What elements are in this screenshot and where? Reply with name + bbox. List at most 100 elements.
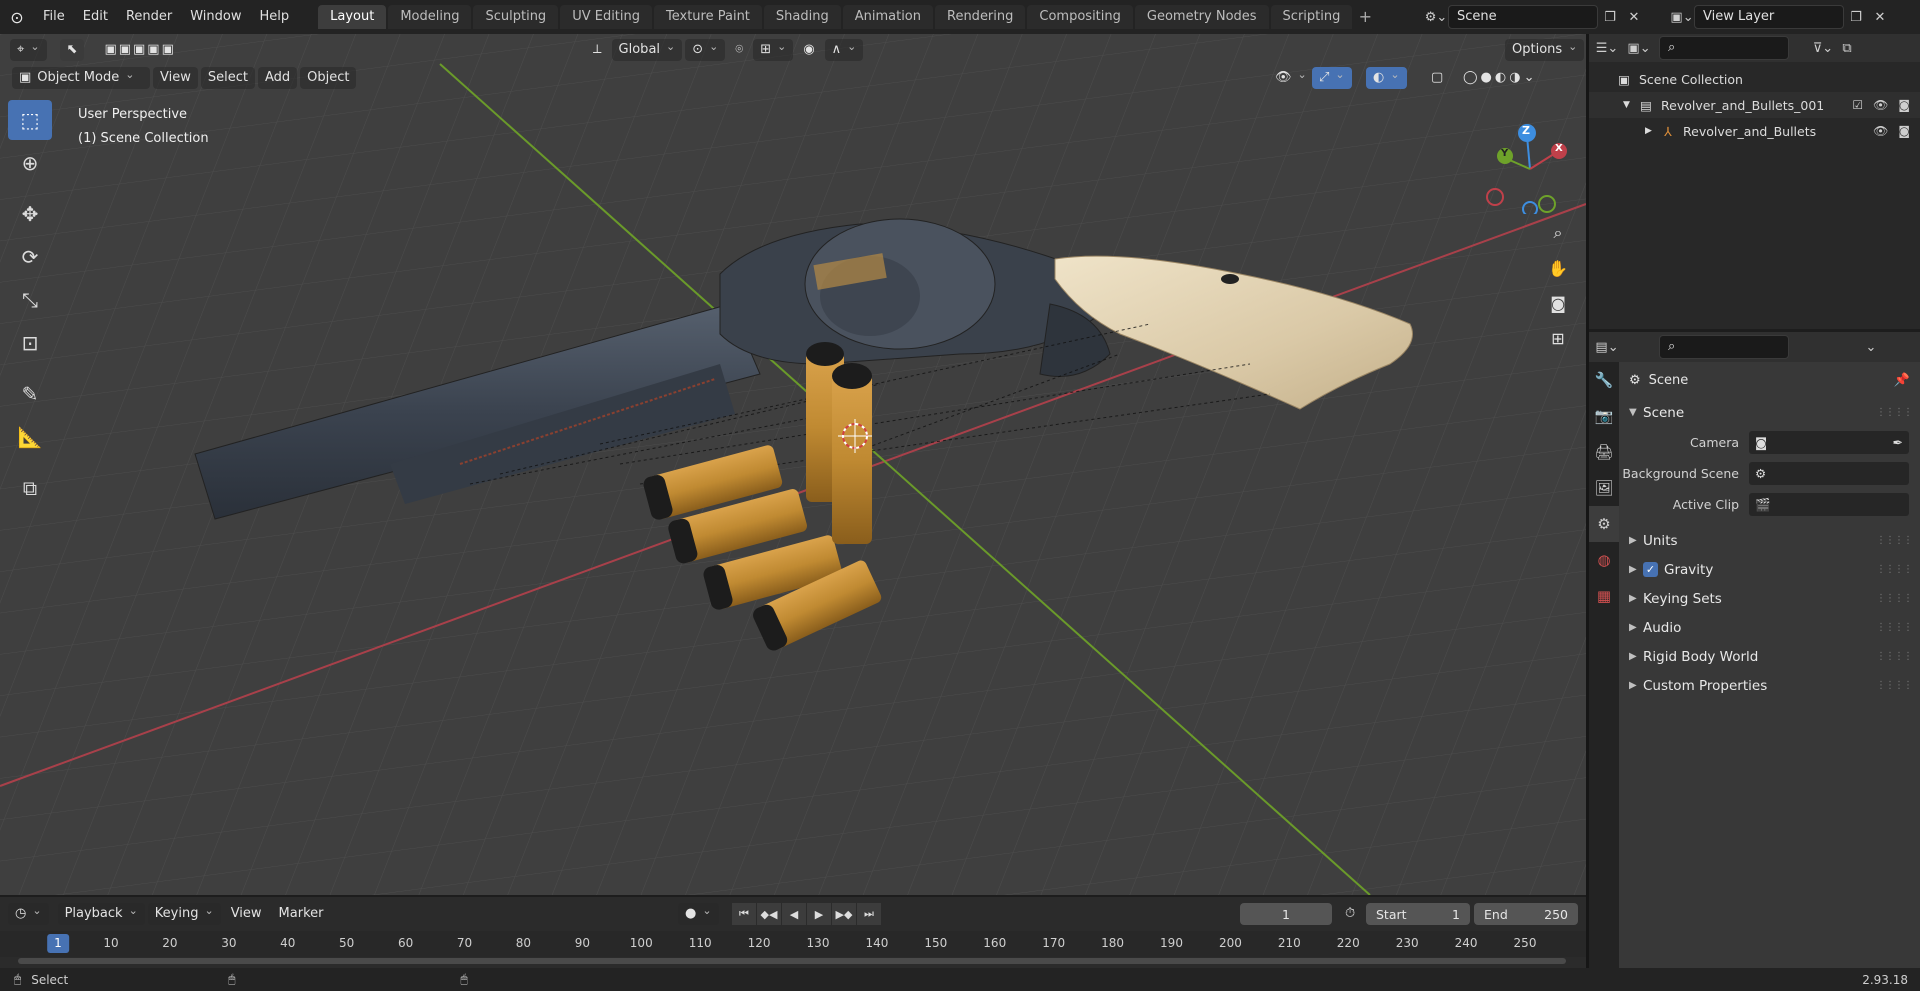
timeline-scrollbar[interactable]	[18, 958, 1566, 964]
menu-file[interactable]: File	[34, 0, 74, 34]
add-workspace-button[interactable]: +	[1354, 6, 1376, 28]
select-tool-icon[interactable]: ⬉	[59, 39, 85, 61]
active-clip-field[interactable]: 🎬	[1749, 493, 1909, 516]
visibility-eye-icon[interactable]: 👁	[1873, 98, 1888, 112]
render-camera-icon[interactable]: ◙	[1898, 124, 1910, 138]
properties-editor-icon[interactable]: ▤⌄	[1595, 335, 1619, 359]
scene-tab-icon[interactable]: ⚙	[1589, 506, 1619, 542]
snap-target-icon[interactable]: ⊞	[753, 39, 794, 61]
shading-mode-icons[interactable]: ◯●◐◑⌄	[1456, 67, 1544, 89]
properties-search-input[interactable]: ⌕	[1659, 335, 1789, 359]
current-frame-field[interactable]: 1	[1240, 903, 1332, 925]
annotate-icon[interactable]: ✎	[8, 374, 52, 414]
overlay-toggle-icon[interactable]: ◐	[1366, 67, 1407, 89]
drag-grip-icon[interactable]: ⋮⋮⋮⋮	[1876, 564, 1913, 575]
scene-remove-icon[interactable]: ✕	[1622, 5, 1646, 29]
options-dropdown[interactable]: Options	[1505, 39, 1585, 61]
eyedropper-icon[interactable]: ✒	[1893, 435, 1903, 450]
object-menu[interactable]: Object	[300, 67, 357, 89]
tool-tab-icon[interactable]: 🔧	[1589, 362, 1619, 398]
add-menu[interactable]: Add	[257, 67, 298, 89]
next-keyframe-icon[interactable]: ▶◆	[832, 903, 856, 925]
measure-icon[interactable]: 📐	[8, 417, 52, 457]
drag-grip-icon[interactable]: ⋮⋮⋮⋮	[1876, 593, 1913, 604]
camera-view-icon[interactable]: ◙	[1543, 288, 1573, 318]
menu-window[interactable]: Window	[181, 0, 250, 34]
camera-field[interactable]: ◙ ✒	[1749, 431, 1909, 454]
keying-menu[interactable]: Keying	[147, 903, 221, 925]
drag-grip-icon[interactable]: ⋮⋮⋮⋮	[1876, 407, 1913, 418]
drag-grip-icon[interactable]: ⋮⋮⋮⋮	[1876, 651, 1913, 662]
play-icon[interactable]: ▶	[807, 903, 831, 925]
gizmo-toggle-icon[interactable]: ⤢	[1312, 67, 1352, 89]
properties-options-icon[interactable]: ⌄	[1859, 335, 1883, 359]
snap-icon[interactable]: ⌾	[728, 39, 750, 61]
render-tab-icon[interactable]: 📷	[1589, 398, 1619, 434]
output-tab-icon[interactable]: 🖨	[1589, 434, 1619, 470]
tab-rendering[interactable]: Rendering	[935, 5, 1026, 29]
blender-logo-icon[interactable]: ⊙	[0, 0, 34, 34]
drag-grip-icon[interactable]: ⋮⋮⋮⋮	[1876, 535, 1913, 546]
add-cube-icon[interactable]: ⧉	[8, 468, 52, 508]
select-box-icon[interactable]: ⬚	[8, 100, 52, 140]
play-reverse-icon[interactable]: ◀	[782, 903, 806, 925]
object-mode-dropdown[interactable]: ▣ Object Mode	[12, 67, 150, 89]
collapse-arrow-icon[interactable]: ▶	[1645, 126, 1659, 136]
panel-rigid-body-world[interactable]: ▶ Rigid Body World ⋮⋮⋮⋮	[1619, 642, 1920, 671]
tab-texture-paint[interactable]: Texture Paint	[654, 5, 762, 29]
visibility-eye-icon[interactable]: 👁	[1268, 67, 1314, 89]
outliner-collection-row[interactable]: ▼ ▤ Revolver_and_Bullets_001 ☑ 👁 ◙	[1589, 92, 1920, 118]
zoom-icon[interactable]: ⌕	[1543, 218, 1573, 248]
marker-menu[interactable]: Marker	[272, 903, 331, 925]
stopwatch-icon[interactable]: ⏱	[1338, 903, 1362, 925]
transform-icon[interactable]: ⊡	[8, 323, 52, 363]
menu-edit[interactable]: Edit	[74, 0, 117, 34]
filter-icon[interactable]: ⊽⌄	[1811, 36, 1835, 60]
panel-custom-properties[interactable]: ▶ Custom Properties ⋮⋮⋮⋮	[1619, 671, 1920, 700]
background-scene-field[interactable]: ⚙	[1749, 462, 1909, 485]
view-layer-remove-icon[interactable]: ✕	[1868, 5, 1892, 29]
new-collection-icon[interactable]: ⧉	[1835, 36, 1859, 60]
3d-viewport[interactable]: Z X Y ⌕ ✋ ◙ ⊞ ⌖ ⬉ ▣▣▣▣▣ ⟂ Global ⊙ ⌾ ⊞ ◉…	[0, 34, 1586, 895]
panel-gravity[interactable]: ▶ ✓ Gravity ⋮⋮⋮⋮	[1619, 555, 1920, 584]
proportional-edit-icon[interactable]: ◉	[796, 39, 821, 61]
tab-animation[interactable]: Animation	[842, 5, 933, 29]
playback-menu[interactable]: Playback	[57, 903, 145, 925]
record-keyframe-icon[interactable]: ●	[678, 903, 719, 925]
view-menu[interactable]: View	[153, 67, 198, 89]
view-layer-browse-icon[interactable]: ▣⌄	[1670, 5, 1694, 29]
menu-render[interactable]: Render	[117, 0, 181, 34]
outliner-editor-icon[interactable]: ☰⌄	[1595, 36, 1619, 60]
panel-scene-header[interactable]: ▼ Scene ⋮⋮⋮⋮	[1619, 398, 1920, 427]
scene-copy-icon[interactable]: ❐	[1598, 5, 1622, 29]
scale-icon[interactable]: ⤡	[8, 280, 52, 320]
grid-ortho-icon[interactable]: ⊞	[1543, 323, 1573, 353]
start-frame-field[interactable]: Start 1	[1366, 903, 1470, 925]
panel-units[interactable]: ▶ Units ⋮⋮⋮⋮	[1619, 526, 1920, 555]
editor-type-icon[interactable]: ⌖	[10, 39, 47, 61]
render-camera-icon[interactable]: ◙	[1898, 98, 1910, 112]
view-layer-tab-icon[interactable]: 🖼	[1589, 470, 1619, 506]
timeline-editor-icon[interactable]: ◷	[8, 903, 49, 925]
view-layer-field[interactable]: View Layer	[1694, 5, 1844, 29]
select-menu[interactable]: Select	[200, 67, 255, 89]
exclude-checkbox-icon[interactable]: ☑	[1852, 98, 1863, 112]
move-icon[interactable]: ✥	[8, 194, 52, 234]
tab-uv-editing[interactable]: UV Editing	[560, 5, 653, 29]
tab-sculpting[interactable]: Sculpting	[473, 5, 559, 29]
timeline-ruler[interactable]: 1 10 20 30 40 50 60 70 80 90 100 110 120 130 140 150 160…	[0, 931, 1586, 957]
panel-audio[interactable]: ▶ Audio ⋮⋮⋮⋮	[1619, 613, 1920, 642]
tab-scripting[interactable]: Scripting	[1270, 5, 1353, 29]
tab-modeling[interactable]: Modeling	[388, 5, 472, 29]
selection-mode-icons[interactable]: ▣▣▣▣▣	[97, 39, 182, 61]
orientation-dropdown[interactable]: Global	[611, 39, 683, 61]
tab-geometry-nodes[interactable]: Geometry Nodes	[1134, 5, 1269, 29]
cursor-icon[interactable]: ⊕	[8, 143, 52, 183]
navigation-gizmo[interactable]: Z X Y	[1485, 114, 1575, 217]
display-mode-icon[interactable]: ▣⌄	[1627, 36, 1651, 60]
outliner-search-input[interactable]: ⌕	[1659, 36, 1789, 60]
falloff-icon[interactable]: ∧	[824, 39, 864, 61]
jump-end-icon[interactable]: ⏭	[857, 903, 881, 925]
gravity-checkbox[interactable]: ✓	[1643, 562, 1658, 577]
pin-icon[interactable]: 📌	[1894, 373, 1910, 388]
